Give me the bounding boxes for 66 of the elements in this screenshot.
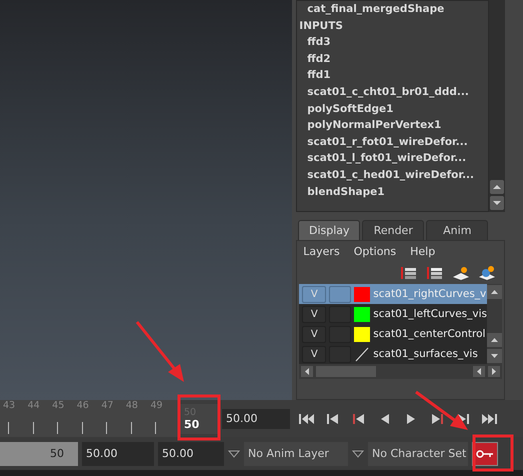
scroll-left-icon[interactable] xyxy=(473,366,485,377)
layer-stack-icon[interactable] xyxy=(400,264,418,280)
new-layer-sphere-icon[interactable] xyxy=(478,264,496,280)
annotation-arrow xyxy=(136,321,184,382)
diagonal-line-icon xyxy=(354,346,370,362)
outliner-item[interactable]: ffd3 xyxy=(299,34,488,51)
outliner-item[interactable]: scat01_l_fot01_wireDefor... xyxy=(299,150,488,167)
highlight-frame xyxy=(178,394,220,440)
frame-number: 43 xyxy=(3,400,16,411)
frame-number: 49 xyxy=(150,400,163,411)
current-time-field[interactable]: 50.00 xyxy=(222,408,290,428)
anim-layer-dropdown[interactable]: No Anim Layer xyxy=(244,442,348,466)
frame-number: 46 xyxy=(76,400,89,411)
template-toggle[interactable] xyxy=(329,286,352,302)
scroll-up-icon[interactable] xyxy=(487,333,502,347)
layer-row[interactable]: V scat01_surfaces_vis xyxy=(299,344,487,364)
scroll-up-icon[interactable] xyxy=(487,285,502,299)
scroll-left-icon[interactable] xyxy=(301,366,314,377)
range-slider-bar[interactable]: 50 xyxy=(0,442,78,466)
layer-row[interactable]: V scat01_leftCurves_vis xyxy=(299,304,487,324)
annotation-arrow xyxy=(415,390,468,430)
outliner-item[interactable]: polySoftEdge1 xyxy=(299,100,488,118)
frame-number: 47 xyxy=(101,400,114,411)
outliner-item[interactable]: ffd2 xyxy=(299,50,488,68)
layer-name: scat01_rightCurves_v xyxy=(373,288,486,300)
caret-icon[interactable] xyxy=(228,450,240,458)
highlight-frame xyxy=(472,434,514,472)
outliner-item[interactable]: blendShape1 xyxy=(299,184,488,200)
visibility-toggle[interactable]: V xyxy=(302,346,326,362)
layer-tab[interactable]: Anim xyxy=(426,220,488,240)
outliner-item[interactable]: cat_final_mergedShape xyxy=(299,1,488,18)
menu-item[interactable]: Options xyxy=(354,245,396,258)
layer-stack-icon[interactable] xyxy=(426,264,444,280)
frame-number: 44 xyxy=(28,400,40,411)
scroll-down-icon[interactable] xyxy=(487,349,502,363)
scrollbar-thumb[interactable] xyxy=(316,366,376,377)
outliner-item[interactable]: scat01_c_hed01_wireDefor... xyxy=(299,166,488,184)
visibility-toggle[interactable]: V xyxy=(302,326,326,342)
layer-name: scat01_surfaces_vis xyxy=(373,348,478,360)
scroll-right-icon[interactable] xyxy=(488,366,500,377)
menu-item[interactable]: Help xyxy=(410,245,436,258)
current-frame: 50 xyxy=(184,418,200,430)
template-toggle[interactable] xyxy=(329,306,352,322)
layer-row[interactable]: V scat01_centerControl xyxy=(299,324,487,344)
layer-tab[interactable]: Display xyxy=(298,220,360,240)
outliner-header: INPUTS xyxy=(299,18,344,34)
layer-tab[interactable]: Render xyxy=(362,220,424,240)
character-set-dropdown[interactable]: No Character Set xyxy=(368,442,468,466)
visibility-toggle[interactable]: V xyxy=(302,306,326,322)
new-layer-icon[interactable] xyxy=(452,264,470,280)
outliner-item[interactable]: scat01_c_cht01_br01_ddd... xyxy=(299,84,488,101)
start-field[interactable]: 50.00 xyxy=(82,442,154,466)
end-field[interactable]: 50.00 xyxy=(158,442,224,466)
layer-color-swatch[interactable] xyxy=(354,286,370,302)
layer-color-swatch[interactable] xyxy=(354,306,370,322)
menu-item[interactable]: Layers xyxy=(303,245,340,258)
outliner-item[interactable]: scat01_r_fot01_wireDefor... xyxy=(299,134,488,150)
caret-icon[interactable] xyxy=(352,450,364,458)
outliner-item[interactable]: ffd1 xyxy=(299,67,488,84)
outliner-item[interactable]: polyNormalPerVertex1 xyxy=(299,117,488,134)
layer-name: scat01_leftCurves_vis xyxy=(373,308,487,320)
layer-name: scat01_centerControl xyxy=(373,328,486,340)
frame-number: 48 xyxy=(126,400,138,411)
frame-number: 45 xyxy=(52,400,64,411)
template-toggle[interactable] xyxy=(329,346,352,362)
layer-color-swatch[interactable] xyxy=(354,326,370,342)
